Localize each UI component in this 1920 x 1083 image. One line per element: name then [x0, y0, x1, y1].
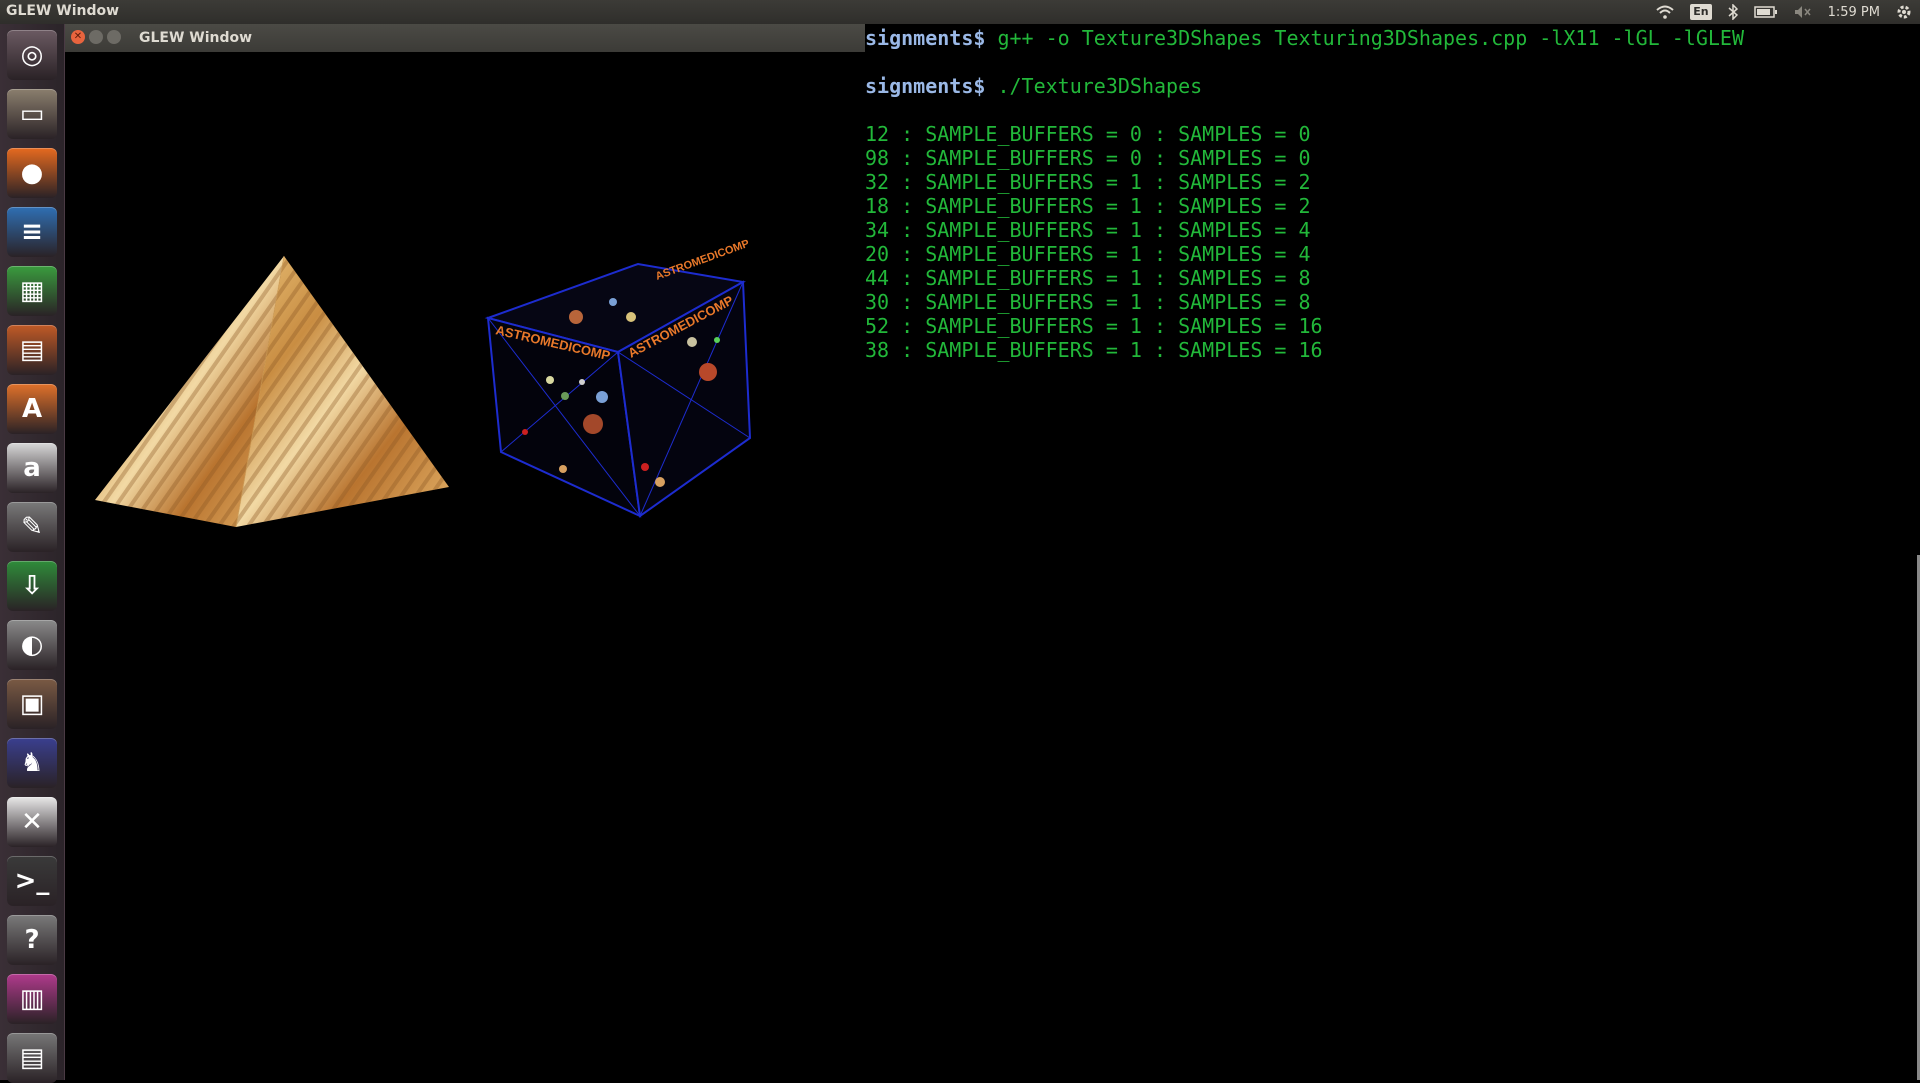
- output-line: 12 : SAMPLE_BUFFERS = 0 : SAMPLES = 0: [865, 122, 1311, 146]
- indicator-area: En 1:59 PM: [1656, 2, 1912, 22]
- output-line: 44 : SAMPLE_BUFFERS = 1 : SAMPLES = 8: [865, 266, 1311, 290]
- launcher-ubuntu-dash-icon[interactable]: ◎: [7, 30, 57, 80]
- command-line-1: signments$ g++ -o Texture3DShapes Textur…: [865, 26, 1744, 50]
- launcher-terminal-icon[interactable]: >_: [7, 856, 57, 906]
- window-titlebar[interactable]: ✕ GLEW Window: [65, 24, 865, 52]
- wifi-icon[interactable]: [1656, 5, 1674, 19]
- maximize-icon[interactable]: [107, 30, 121, 44]
- launcher-terminal-download-icon[interactable]: ⇩: [7, 561, 57, 611]
- trash-glyph: ▤: [19, 1043, 45, 1073]
- textured-cube: ASTROMEDICOMP ASTROMEDICOMP ASTROMEDICOM…: [484, 238, 751, 518]
- launcher-software-center-icon[interactable]: A: [7, 384, 57, 434]
- launcher-help-icon[interactable]: ?: [7, 915, 57, 965]
- launcher-system-settings-icon[interactable]: ✎: [7, 502, 57, 552]
- graph-calc-glyph: ✕: [21, 807, 43, 837]
- command-text: g++ -o Texture3DShapes Texturing3DShapes…: [985, 26, 1745, 50]
- shell-prompt: signments$: [865, 26, 986, 50]
- launcher-files-icon[interactable]: ▭: [7, 89, 57, 139]
- command-line-2: signments$ ./Texture3DShapes: [865, 74, 1202, 98]
- window-title: GLEW Window: [139, 30, 253, 46]
- launcher-amazon-icon[interactable]: a: [7, 443, 57, 493]
- launcher-trash-icon[interactable]: ▤: [7, 1033, 57, 1083]
- battery-icon[interactable]: [1753, 6, 1778, 18]
- output-line: 18 : SAMPLE_BUFFERS = 1 : SAMPLES = 2: [865, 194, 1311, 218]
- settings-gear-icon[interactable]: [1896, 4, 1912, 20]
- help-glyph: ?: [24, 925, 40, 955]
- minimize-icon[interactable]: [89, 30, 103, 44]
- launcher-firefox-icon[interactable]: ●: [7, 148, 57, 198]
- launcher-writer-icon[interactable]: ≡: [7, 207, 57, 257]
- launcher-graph-calc-icon[interactable]: ✕: [7, 797, 57, 847]
- output-line: 32 : SAMPLE_BUFFERS = 1 : SAMPLES = 2: [865, 170, 1311, 194]
- output-line: 38 : SAMPLE_BUFFERS = 1 : SAMPLES = 16: [865, 338, 1323, 362]
- amazon-glyph: a: [23, 453, 41, 483]
- horse-app-glyph: ♞: [20, 748, 44, 778]
- launcher-workspace-switcher-icon[interactable]: ▥: [7, 974, 57, 1024]
- software-center-glyph: A: [21, 394, 43, 424]
- impress-glyph: ▤: [19, 335, 45, 365]
- bluetooth-icon[interactable]: [1728, 4, 1738, 20]
- calc-glyph: ▦: [19, 276, 45, 306]
- glew-window[interactable]: ✕ GLEW Window ASTROMEDICOMP ASTROMEDICOM…: [65, 24, 865, 1080]
- close-icon[interactable]: ✕: [71, 30, 85, 44]
- clock[interactable]: 1:59 PM: [1828, 5, 1880, 20]
- writer-glyph: ≡: [21, 217, 43, 247]
- output-line: 30 : SAMPLE_BUFFERS = 1 : SAMPLES = 8: [865, 290, 1311, 314]
- terminal-download-glyph: ⇩: [21, 571, 43, 601]
- sphere-app-glyph: ◐: [20, 630, 44, 660]
- volume-muted-icon[interactable]: [1794, 5, 1812, 19]
- terminal-glyph: >_: [14, 866, 50, 896]
- files-glyph: ▭: [19, 99, 45, 129]
- active-app-title: GLEW Window: [6, 3, 120, 19]
- top-panel: GLEW Window En 1:59 PM: [0, 0, 1920, 24]
- output-line: 98 : SAMPLE_BUFFERS = 0 : SAMPLES = 0: [865, 146, 1311, 170]
- launcher-archive-icon[interactable]: ▣: [7, 679, 57, 729]
- opengl-scene: ASTROMEDICOMP ASTROMEDICOMP ASTROMEDICOM…: [95, 238, 751, 528]
- ubuntu-dash-glyph: ◎: [20, 40, 44, 70]
- terminal-output[interactable]: signments$ g++ -o Texture3DShapes Textur…: [865, 24, 1920, 1080]
- launcher-calc-icon[interactable]: ▦: [7, 266, 57, 316]
- output-line: 20 : SAMPLE_BUFFERS = 1 : SAMPLES = 4: [865, 242, 1311, 266]
- firefox-glyph: ●: [20, 158, 44, 188]
- system-settings-glyph: ✎: [21, 512, 43, 542]
- output-line: 34 : SAMPLE_BUFFERS = 1 : SAMPLES = 4: [865, 218, 1311, 242]
- keyboard-language-icon[interactable]: En: [1690, 4, 1712, 20]
- launcher-sphere-app-icon[interactable]: ◐: [7, 620, 57, 670]
- textured-pyramid: [95, 255, 449, 528]
- launcher-impress-icon[interactable]: ▤: [7, 325, 57, 375]
- command-text: ./Texture3DShapes: [985, 74, 1203, 98]
- shell-prompt: signments$: [865, 74, 986, 98]
- launcher-horse-app-icon[interactable]: ♞: [7, 738, 57, 788]
- archive-glyph: ▣: [19, 689, 45, 719]
- workspace-switcher-glyph: ▥: [19, 984, 45, 1014]
- launcher: ◎ ▭ ● ≡ ▦ ▤ Aa ✎ ⇩ ◐ ▣ ♞ ✕ >_? ▥ ▤: [0, 24, 65, 1083]
- output-line: 52 : SAMPLE_BUFFERS = 1 : SAMPLES = 16: [865, 314, 1323, 338]
